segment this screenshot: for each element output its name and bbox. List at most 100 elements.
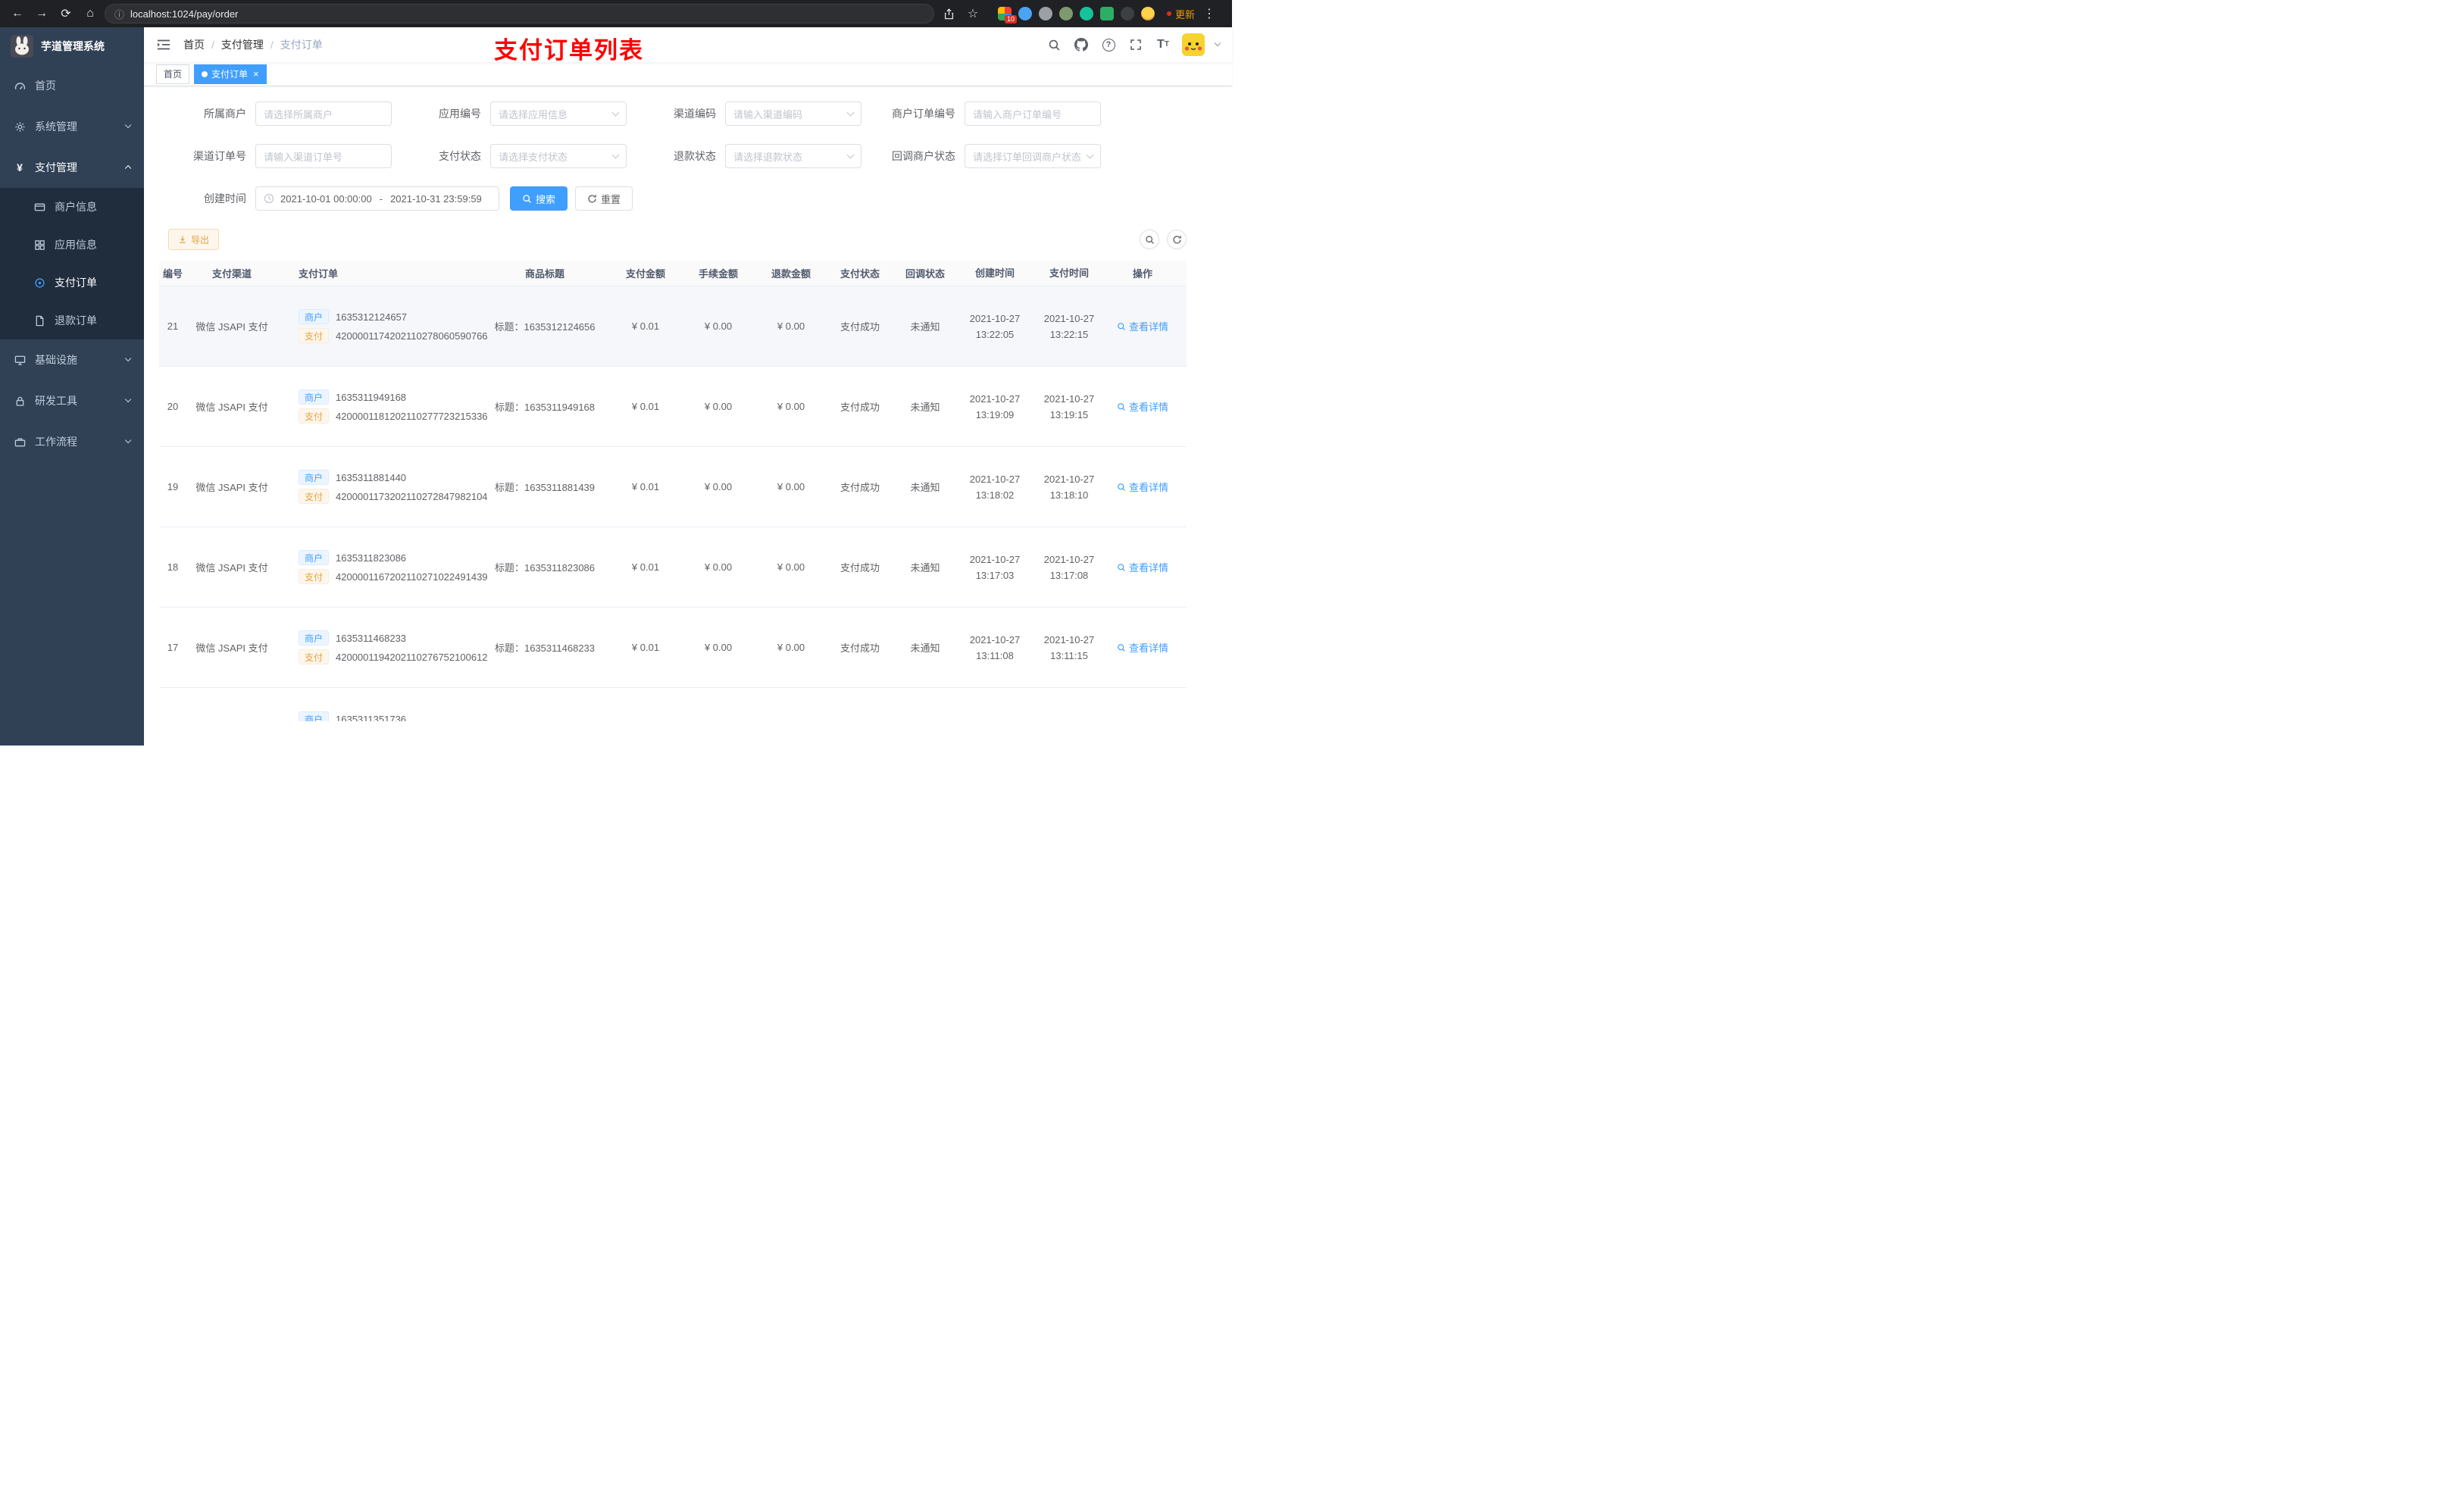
merchant-input[interactable]: 请选择所属商户 (255, 102, 392, 126)
filter-label: 创建时间 (204, 192, 246, 205)
header-search-icon[interactable] (1046, 36, 1062, 53)
view-detail-link[interactable]: 查看详情 (1117, 640, 1168, 655)
browser-update-button[interactable]: 更新 (1167, 7, 1195, 21)
extension-icon-colorful[interactable]: 10 (998, 7, 1017, 23)
view-detail-link[interactable]: 查看详情 (1117, 399, 1168, 414)
font-size-icon[interactable]: TT (1155, 36, 1171, 53)
tab-pay-order[interactable]: 支付订单 × (194, 64, 267, 84)
tags-view-bar: 首页 支付订单 × (144, 62, 1232, 86)
col-notify: 回调状态 (905, 268, 945, 280)
avatar-caret-icon[interactable] (1214, 39, 1221, 47)
fullscreen-icon[interactable] (1127, 36, 1144, 53)
browser-home-button[interactable]: ⌂ (80, 4, 100, 23)
share-icon[interactable] (939, 4, 958, 23)
cell-amount: ¥ 0.01 (631, 320, 660, 332)
channel-order-no-input[interactable]: 请输入渠道订单号 (255, 144, 392, 168)
table-row: 21 微信 JSAPI 支付 商户 1635312124657 支付 4200001… (159, 286, 1187, 367)
merchant-order-no-input[interactable]: 请输入商户订单编号 (965, 102, 1101, 126)
filter-app-no: 应用编号 请选择应用信息 (422, 102, 627, 126)
cell-channel: 微信 JSAPI 支付 (195, 402, 268, 413)
refresh-table-button[interactable] (1167, 230, 1187, 249)
sidebar-item-workflow[interactable]: 工作流程 (0, 421, 144, 462)
create-time-range-input[interactable]: 2021-10-01 00:00:00 - 2021-10-31 23:59:5… (255, 186, 499, 211)
merchant-tag: 商户 (299, 550, 330, 565)
merchant-tag: 商户 (299, 389, 330, 405)
site-info-icon[interactable]: ⓘ (114, 7, 124, 21)
breadcrumb-home[interactable]: 首页 (183, 37, 205, 52)
cell-paid: 2021-10-27 13:19:15 (1043, 392, 1095, 420)
cell-id: 21 (167, 320, 179, 332)
pay-tag: 支付 (299, 489, 330, 504)
chevron-down-icon (124, 122, 132, 129)
tab-close-icon[interactable]: × (253, 69, 259, 79)
cell-notify: 未通知 (910, 402, 940, 413)
browser-back-button[interactable]: ← (8, 4, 27, 23)
search-icon (1118, 322, 1125, 330)
tab-home[interactable]: 首页 (156, 64, 190, 84)
export-button[interactable]: 导出 (168, 229, 220, 250)
address-bar[interactable]: ⓘ localhost:1024/pay/order (105, 4, 934, 23)
pay-status-select[interactable]: 请选择支付状态 (490, 144, 627, 168)
cell-amount: ¥ 0.01 (631, 642, 660, 653)
chevron-down-icon (846, 151, 855, 158)
pay-tag: 支付 (299, 328, 330, 343)
channel-code-select[interactable]: 请输入渠道编码 (725, 102, 861, 126)
reset-button[interactable]: 重置 (575, 186, 633, 211)
sidebar-item-refund-order[interactable]: 退款订单 (0, 302, 144, 339)
search-button[interactable]: 搜索 (510, 186, 568, 211)
sidebar-toggle-icon[interactable] (156, 37, 171, 52)
browser-profile-avatar[interactable] (1141, 7, 1155, 20)
cell-channel: 微信 JSAPI 支付 (195, 642, 268, 654)
cell-title: 标题：1635311468233 (494, 642, 596, 654)
cell-pay-order: 商户 1635311351736 (277, 688, 480, 721)
bookmark-star-icon[interactable]: ☆ (963, 4, 983, 23)
extension-icon-olive[interactable] (1059, 7, 1073, 20)
sidebar-item-merchant-info[interactable]: 商户信息 (0, 188, 144, 226)
cell-refund: ¥ 0.00 (777, 481, 805, 492)
extension-icon-gray[interactable] (1039, 7, 1052, 20)
breadcrumb-section[interactable]: 支付管理 (221, 37, 264, 52)
sidebar-item-dev-tools[interactable]: 研发工具 (0, 380, 144, 421)
cell-id: 20 (167, 401, 179, 412)
cell-pay-order: 商户 1635311468233 支付 4200001194202110276752… (277, 627, 488, 668)
github-icon[interactable] (1073, 36, 1090, 53)
extension-icon-blue[interactable] (1018, 7, 1032, 20)
extension-icon-green-check[interactable] (1080, 7, 1093, 20)
chevron-down-icon (1086, 151, 1094, 158)
table-row-partial: 商户 1635311351736 (159, 688, 1187, 721)
help-icon[interactable]: ? (1100, 36, 1117, 53)
browser-reload-button[interactable]: ⟳ (56, 4, 76, 23)
browser-forward-button[interactable]: → (32, 4, 52, 23)
extension-icon-green-chat[interactable] (1100, 7, 1114, 20)
view-detail-link[interactable]: 查看详情 (1117, 480, 1168, 494)
view-detail-link[interactable]: 查看详情 (1117, 319, 1168, 333)
sidebar-item-app-info[interactable]: 应用信息 (0, 226, 144, 264)
update-dot-icon (1167, 11, 1171, 16)
app-no-select[interactable]: 请选择应用信息 (490, 102, 627, 126)
sidebar-item-infrastructure[interactable]: 基础设施 (0, 339, 144, 380)
filter-label: 支付状态 (439, 150, 481, 162)
callback-status-select[interactable]: 请选择订单回调商户状态 (965, 144, 1101, 168)
sidebar-item-payment[interactable]: ¥ 支付管理 (0, 147, 144, 188)
date-start: 2021-10-01 00:00:00 (280, 192, 372, 205)
sidebar-item-system[interactable]: 系统管理 (0, 106, 144, 147)
toggle-search-button[interactable] (1140, 230, 1159, 249)
browser-menu-button[interactable]: ⋮ (1199, 4, 1219, 23)
extension-icon-dark-pin[interactable] (1121, 7, 1134, 20)
filter-create-time: 创建时间 2021-10-01 00:00:00 - 2021-10-31 23… (187, 186, 499, 211)
view-detail-link[interactable]: 查看详情 (1117, 560, 1168, 574)
sidebar: 芋道管理系统 首页 系统管理 ¥ 支付管理 商户信息 应用信息 支付订单 退款订… (0, 27, 144, 746)
cell-title: 标题：1635311949168 (494, 402, 596, 413)
refund-status-select[interactable]: 请选择退款状态 (725, 144, 861, 168)
user-avatar[interactable] (1182, 33, 1205, 56)
sidebar-item-home[interactable]: 首页 (0, 65, 144, 106)
search-icon (1118, 483, 1125, 491)
cell-notify: 未通知 (910, 321, 940, 333)
filter-row-3: 创建时间 2021-10-01 00:00:00 - 2021-10-31 23… (187, 186, 1187, 211)
cell-created: 2021-10-27 13:22:05 (969, 312, 1021, 340)
sidebar-item-pay-order[interactable]: 支付订单 (0, 264, 144, 302)
filter-channel-code: 渠道编码 请输入渠道编码 (657, 102, 861, 126)
url-text: localhost:1024/pay/order (130, 8, 239, 20)
cell-channel: 微信 JSAPI 支付 (195, 482, 268, 493)
clock-icon (264, 193, 274, 204)
